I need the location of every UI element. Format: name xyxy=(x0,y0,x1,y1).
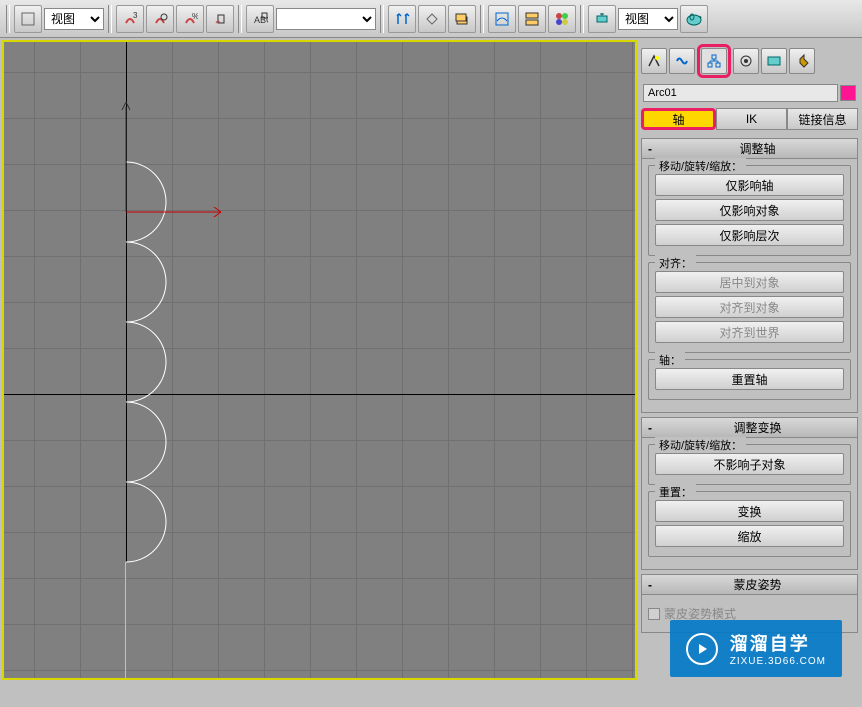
snap-toggle-3[interactable]: % xyxy=(176,5,204,33)
layers-button[interactable] xyxy=(448,5,476,33)
rollout-toggle-icon: - xyxy=(648,142,660,156)
mirror-button[interactable] xyxy=(388,5,416,33)
hierarchy-tab[interactable] xyxy=(701,48,727,74)
create-tab[interactable] xyxy=(641,48,667,74)
reset-pivot-button[interactable]: 重置轴 xyxy=(655,368,844,390)
hierarchy-mode-tabs: 轴 IK 链接信息 xyxy=(639,104,860,134)
affect-object-button[interactable]: 仅影响对象 xyxy=(655,199,844,221)
tool-button-1[interactable] xyxy=(14,5,42,33)
object-color-swatch[interactable] xyxy=(840,85,856,101)
object-name-input[interactable] xyxy=(643,84,838,102)
utilities-tab[interactable] xyxy=(789,48,815,74)
render-setup-button[interactable] xyxy=(588,5,616,33)
motion-tab[interactable] xyxy=(733,48,759,74)
group-label: 移动/旋转/缩放： xyxy=(655,437,746,453)
schematic-view-button[interactable] xyxy=(518,5,546,33)
adjust-transform-header[interactable]: - 调整变换 xyxy=(642,418,857,438)
object-name-row xyxy=(639,82,860,104)
snap-toggle-2[interactable] xyxy=(146,5,174,33)
command-panel-tabs xyxy=(639,40,860,82)
reset-scale-button[interactable]: 缩放 xyxy=(655,525,844,547)
skin-pose-title: 蒙皮姿势 xyxy=(664,576,851,593)
material-editor-button[interactable] xyxy=(548,5,576,33)
ik-tab[interactable]: IK xyxy=(716,108,787,130)
dont-affect-children-button[interactable]: 不影响子对象 xyxy=(655,453,844,475)
group-label: 移动/旋转/缩放： xyxy=(655,158,746,174)
adjust-pivot-rollout: - 调整轴 移动/旋转/缩放： 仅影响轴 仅影响对象 仅影响层次 对齐： 居中到… xyxy=(641,138,858,413)
rollout-toggle-icon: - xyxy=(648,578,660,592)
reset-group: 重置： 变换 缩放 xyxy=(648,491,851,557)
main-area: // placeholder - grid drawn below via st… xyxy=(0,38,862,701)
toolbar-divider xyxy=(108,5,112,33)
align-to-object-button: 对齐到对象 xyxy=(655,296,844,318)
adjust-transform-title: 调整变换 xyxy=(664,419,851,436)
pivot-tab[interactable]: 轴 xyxy=(641,108,716,130)
group-label: 对齐： xyxy=(655,255,696,271)
viewport[interactable]: // placeholder - grid drawn below via st… xyxy=(2,40,637,680)
pivot-group: 轴： 重置轴 xyxy=(648,359,851,400)
link-info-tab[interactable]: 链接信息 xyxy=(787,108,858,130)
move-rotate-scale-group: 移动/旋转/缩放： 仅影响轴 仅影响对象 仅影响层次 xyxy=(648,165,851,256)
view-dropdown-1[interactable]: 视图 xyxy=(44,8,104,30)
reset-transform-button[interactable]: 变换 xyxy=(655,500,844,522)
adjust-transform-rollout: - 调整变换 移动/旋转/缩放： 不影响子对象 重置： 变换 缩放 xyxy=(641,417,858,570)
named-selection[interactable]: ABC xyxy=(246,5,274,33)
affect-hierarchy-button[interactable]: 仅影响层次 xyxy=(655,224,844,246)
toolbar-divider xyxy=(238,5,242,33)
align-button[interactable] xyxy=(418,5,446,33)
skin-pose-header[interactable]: - 蒙皮姿势 xyxy=(642,575,857,595)
adjust-transform-body: 移动/旋转/缩放： 不影响子对象 重置： 变换 缩放 xyxy=(642,438,857,569)
snap-toggle-1[interactable]: 3 xyxy=(116,5,144,33)
watermark-text: 溜溜自学 ZIXUE.3D66.COM xyxy=(730,630,826,667)
group-label: 轴： xyxy=(655,352,685,368)
toolbar-divider xyxy=(480,5,484,33)
selection-dropdown[interactable] xyxy=(276,8,376,30)
watermark-url: ZIXUE.3D66.COM xyxy=(730,656,826,667)
align-group: 对齐： 居中到对象 对齐到对象 对齐到世界 xyxy=(648,262,851,353)
spinner-snap[interactable] xyxy=(206,5,234,33)
display-tab[interactable] xyxy=(761,48,787,74)
adjust-pivot-header[interactable]: - 调整轴 xyxy=(642,139,857,159)
svg-text:3: 3 xyxy=(133,11,138,20)
view-dropdown-2[interactable]: 视图 xyxy=(618,8,678,30)
toolbar-divider xyxy=(580,5,584,33)
align-to-world-button: 对齐到世界 xyxy=(655,321,844,343)
play-icon xyxy=(686,633,718,665)
svg-text:%: % xyxy=(192,12,198,21)
watermark: 溜溜自学 ZIXUE.3D66.COM xyxy=(670,620,842,677)
toolbar-divider xyxy=(380,5,384,33)
adjust-pivot-body: 移动/旋转/缩放： 仅影响轴 仅影响对象 仅影响层次 对齐： 居中到对象 对齐到… xyxy=(642,159,857,412)
center-to-object-button: 居中到对象 xyxy=(655,271,844,293)
transform-gizmo xyxy=(126,207,236,247)
transform-move-group: 移动/旋转/缩放： 不影响子对象 xyxy=(648,444,851,485)
command-panel: 轴 IK 链接信息 - 调整轴 移动/旋转/缩放： 仅影响轴 仅影响对象 仅影响… xyxy=(637,38,862,701)
render-button[interactable] xyxy=(680,5,708,33)
affect-pivot-button[interactable]: 仅影响轴 xyxy=(655,174,844,196)
toolbar-divider xyxy=(6,5,10,33)
adjust-pivot-title: 调整轴 xyxy=(664,140,851,157)
skin-pose-checkbox xyxy=(648,608,660,620)
watermark-title: 溜溜自学 xyxy=(730,630,826,656)
main-toolbar: 视图 3 % ABC 视图 xyxy=(0,0,862,38)
rollout-toggle-icon: - xyxy=(648,421,660,435)
curve-editor-button[interactable] xyxy=(488,5,516,33)
group-label: 重置： xyxy=(655,484,696,500)
svg-text:ABC: ABC xyxy=(254,15,268,25)
modify-tab[interactable] xyxy=(669,48,695,74)
